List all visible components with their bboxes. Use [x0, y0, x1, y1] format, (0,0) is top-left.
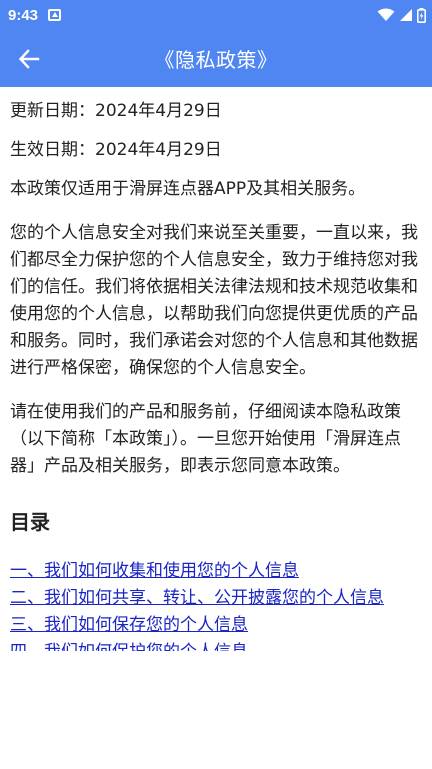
status-time: 9:43: [8, 6, 39, 24]
notification-icon: [48, 9, 62, 21]
app-bar: 《隐私政策》: [0, 30, 432, 87]
battery-icon: [417, 7, 426, 23]
status-right: [377, 7, 426, 23]
toc-list: 一、我们如何收集和使用您的个人信息 二、我们如何共享、转让、公开披露您的个人信息…: [10, 558, 420, 651]
wifi-icon: [377, 8, 395, 21]
status-left: 9:43: [8, 6, 62, 24]
status-bar: 9:43: [0, 0, 432, 30]
toc-heading: 目录: [10, 510, 50, 534]
intro-paragraph: 您的个人信息安全对我们来说至关重要，一直以来，我们都尽全力保护您的个人信息安全，…: [10, 223, 418, 378]
toc-link-collect[interactable]: 一、我们如何收集和使用您的个人信息: [10, 558, 420, 585]
consent-paragraph: 请在使用我们的产品和服务前，仔细阅读本隐私政策（以下简称「本政策」）。一旦您开始…: [10, 402, 401, 476]
toc-link-share[interactable]: 二、我们如何共享、转让、公开披露您的个人信息: [10, 585, 420, 612]
scope-paragraph: 本政策仅适用于滑屏连点器APP及其相关服务。: [10, 179, 366, 199]
signal-icon: [400, 9, 412, 21]
toc-link-store[interactable]: 三、我们如何保存您的个人信息: [10, 612, 420, 639]
policy-content: 更新日期：2024年4月29日 生效日期：2024年4月29日 本政策仅适用于滑…: [10, 87, 420, 651]
updated-date: 更新日期：2024年4月29日: [10, 101, 222, 121]
effective-date: 生效日期：2024年4月29日: [10, 140, 222, 160]
page-title: 《隐私政策》: [154, 48, 278, 72]
toc-link-protect[interactable]: 四、我们如何保护您的个人信息: [10, 639, 420, 651]
